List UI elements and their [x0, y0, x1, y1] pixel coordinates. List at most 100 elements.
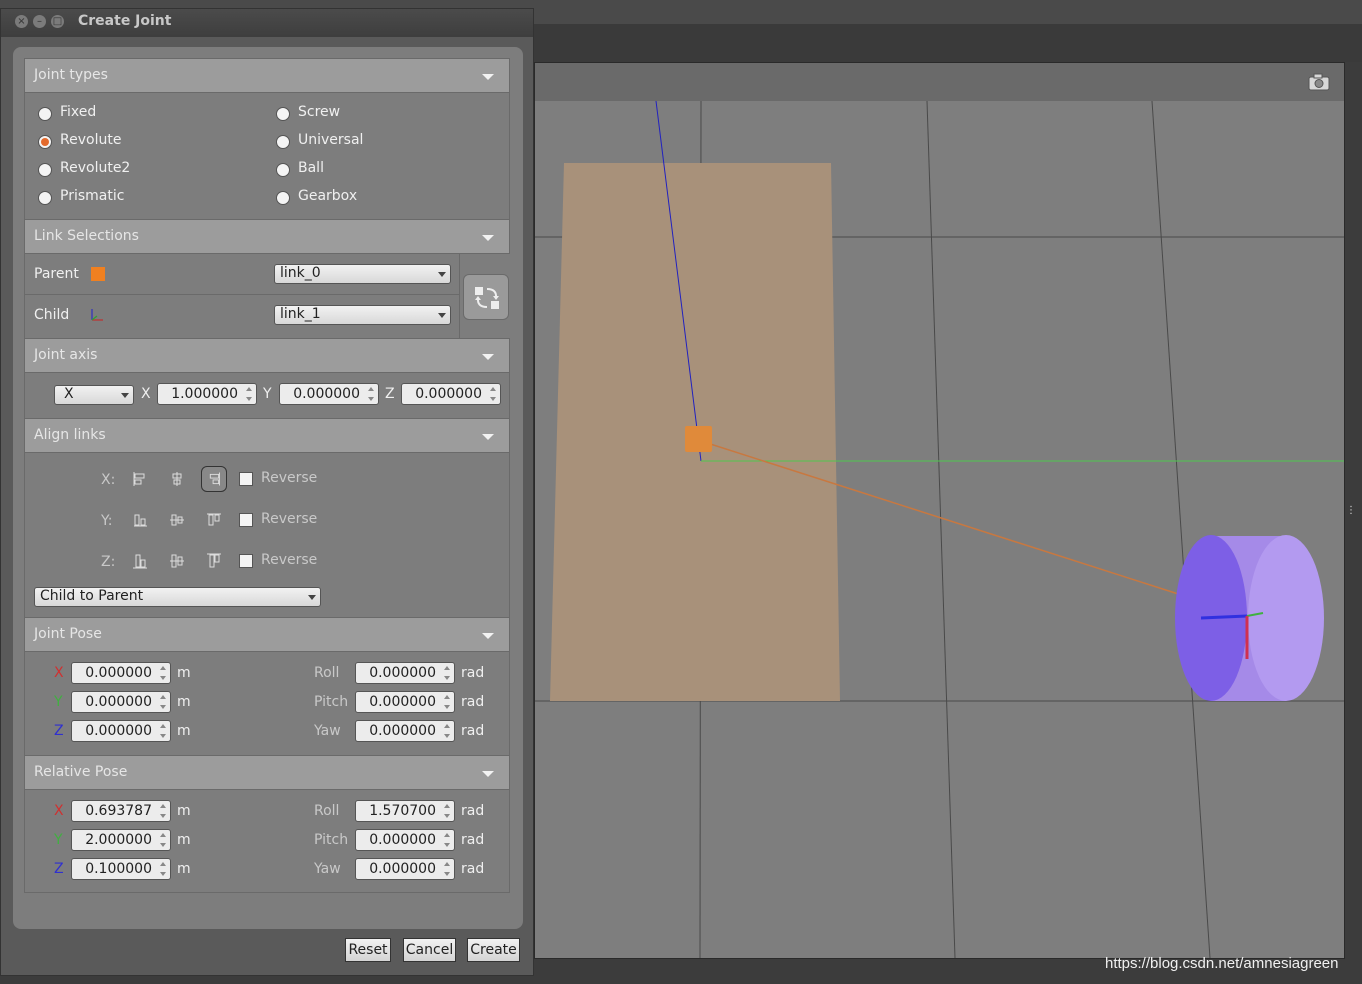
align-max-icon[interactable] — [201, 548, 227, 574]
relative-pose-y-spinbox[interactable]: 2.000000 — [71, 829, 171, 851]
align-center-icon[interactable] — [164, 466, 190, 492]
spin-down-icon[interactable] — [444, 705, 450, 709]
spin-down-icon[interactable] — [160, 814, 166, 818]
relative-pose-x-spinbox[interactable]: 0.693787 — [71, 800, 171, 822]
spin-down-icon[interactable] — [444, 814, 450, 818]
spin-down-icon[interactable] — [160, 734, 166, 738]
spin-down-icon[interactable] — [160, 843, 166, 847]
swap-links-icon — [475, 287, 499, 309]
joint-types-header[interactable]: Joint types — [24, 58, 510, 93]
create-button[interactable]: Create — [467, 938, 520, 962]
spin-up-icon[interactable] — [490, 387, 496, 391]
spin-up-icon[interactable] — [160, 724, 166, 728]
spin-up-icon[interactable] — [444, 666, 450, 670]
radio-revolute2[interactable] — [38, 163, 52, 177]
spin-up-icon[interactable] — [444, 862, 450, 866]
joint-pose-yaw-spinbox[interactable]: 0.000000 — [355, 720, 455, 742]
spin-down-icon[interactable] — [368, 397, 374, 401]
relative-pose-z-spinbox[interactable]: 0.100000 — [71, 858, 171, 880]
child-link-select[interactable]: link_1 — [274, 305, 451, 325]
viewport-splitter-handle[interactable]: ⋮ — [1346, 505, 1356, 519]
joint-marker[interactable] — [685, 426, 712, 452]
radio-fixed[interactable] — [38, 107, 52, 121]
parent-color-swatch — [91, 267, 105, 281]
spin-down-icon[interactable] — [160, 705, 166, 709]
radio-label: Universal — [298, 132, 364, 148]
relative-pose-yaw-spinbox[interactable]: 0.000000 — [355, 858, 455, 880]
3d-viewport[interactable] — [534, 62, 1345, 959]
spin-up-icon[interactable] — [160, 695, 166, 699]
spin-down-icon[interactable] — [444, 734, 450, 738]
dropdown-arrow-icon — [482, 354, 494, 360]
yaw-label: Yaw — [314, 723, 341, 739]
spin-down-icon[interactable] — [160, 872, 166, 876]
link-selections-header[interactable]: Link Selections — [24, 219, 510, 254]
joint-pose-body: X 0.000000 m Roll 0.000000 rad Y 0.00000… — [24, 652, 510, 755]
spin-down-icon[interactable] — [490, 397, 496, 401]
spin-up-icon[interactable] — [444, 724, 450, 728]
swap-links-button[interactable] — [463, 274, 509, 320]
title-bar: × – □ Create Joint — [1, 9, 533, 37]
relative-pose-pitch-spinbox[interactable]: 0.000000 — [355, 829, 455, 851]
align-center-icon[interactable] — [164, 548, 190, 574]
parent-link-select[interactable]: link_0 — [274, 264, 451, 284]
viewport-toolbar — [535, 63, 1344, 102]
align-max-icon[interactable] — [201, 507, 227, 533]
spin-down-icon[interactable] — [444, 676, 450, 680]
spin-down-icon[interactable] — [444, 872, 450, 876]
radio-screw[interactable] — [276, 107, 290, 121]
link-1-cylinder[interactable] — [1175, 535, 1324, 701]
align-min-icon[interactable] — [127, 548, 153, 574]
spin-up-icon[interactable] — [368, 387, 374, 391]
axis-x-label: X — [141, 386, 151, 402]
align-links-header[interactable]: Align links — [24, 418, 510, 453]
align-mode-select[interactable]: Child to Parent — [34, 587, 321, 607]
joint-axis-header[interactable]: Joint axis — [24, 338, 510, 373]
camera-icon[interactable] — [1308, 73, 1330, 91]
close-icon[interactable]: × — [15, 15, 28, 28]
spin-up-icon[interactable] — [160, 804, 166, 808]
spin-up-icon[interactable] — [160, 862, 166, 866]
spin-up-icon[interactable] — [160, 833, 166, 837]
reverse-x-checkbox[interactable] — [239, 472, 253, 486]
reset-button[interactable]: Reset — [345, 938, 391, 962]
axis-z-spinbox[interactable]: 0.000000 — [401, 383, 501, 405]
relative-pose-header[interactable]: Relative Pose — [24, 755, 510, 790]
reverse-z-checkbox[interactable] — [239, 554, 253, 568]
joint-pose-y-spinbox[interactable]: 0.000000 — [71, 691, 171, 713]
radio-prismatic[interactable] — [38, 191, 52, 205]
minimize-icon[interactable]: – — [33, 15, 46, 28]
spin-up-icon[interactable] — [246, 387, 252, 391]
maximize-icon[interactable]: □ — [51, 15, 64, 28]
radio-gearbox[interactable] — [276, 191, 290, 205]
radio-ball[interactable] — [276, 163, 290, 177]
joint-pose-header[interactable]: Joint Pose — [24, 617, 510, 652]
radio-revolute[interactable] — [38, 135, 52, 149]
joint-pose-z-spinbox[interactable]: 0.000000 — [71, 720, 171, 742]
radio-universal[interactable] — [276, 135, 290, 149]
spin-down-icon[interactable] — [160, 676, 166, 680]
spin-up-icon[interactable] — [444, 833, 450, 837]
spin-up-icon[interactable] — [444, 695, 450, 699]
cancel-button[interactable]: Cancel — [403, 938, 456, 962]
spin-down-icon[interactable] — [246, 397, 252, 401]
axis-x-spinbox[interactable]: 1.000000 — [157, 383, 257, 405]
joint-pose-pitch-spinbox[interactable]: 0.000000 — [355, 691, 455, 713]
align-max-icon[interactable] — [201, 466, 227, 492]
reverse-y-checkbox[interactable] — [239, 513, 253, 527]
spin-up-icon[interactable] — [160, 666, 166, 670]
unit-label: m — [177, 723, 191, 739]
scene-canvas[interactable] — [535, 101, 1344, 958]
align-center-icon[interactable] — [164, 507, 190, 533]
unit-label: rad — [461, 665, 485, 681]
dropdown-arrow-icon — [482, 74, 494, 80]
spin-up-icon[interactable] — [444, 804, 450, 808]
align-min-icon[interactable] — [127, 466, 153, 492]
joint-pose-x-spinbox[interactable]: 0.000000 — [71, 662, 171, 684]
align-min-icon[interactable] — [127, 507, 153, 533]
axis-y-spinbox[interactable]: 0.000000 — [279, 383, 379, 405]
joint-pose-roll-spinbox[interactable]: 0.000000 — [355, 662, 455, 684]
relative-pose-roll-spinbox[interactable]: 1.570700 — [355, 800, 455, 822]
spin-down-icon[interactable] — [444, 843, 450, 847]
axis-select[interactable]: X — [54, 385, 134, 405]
